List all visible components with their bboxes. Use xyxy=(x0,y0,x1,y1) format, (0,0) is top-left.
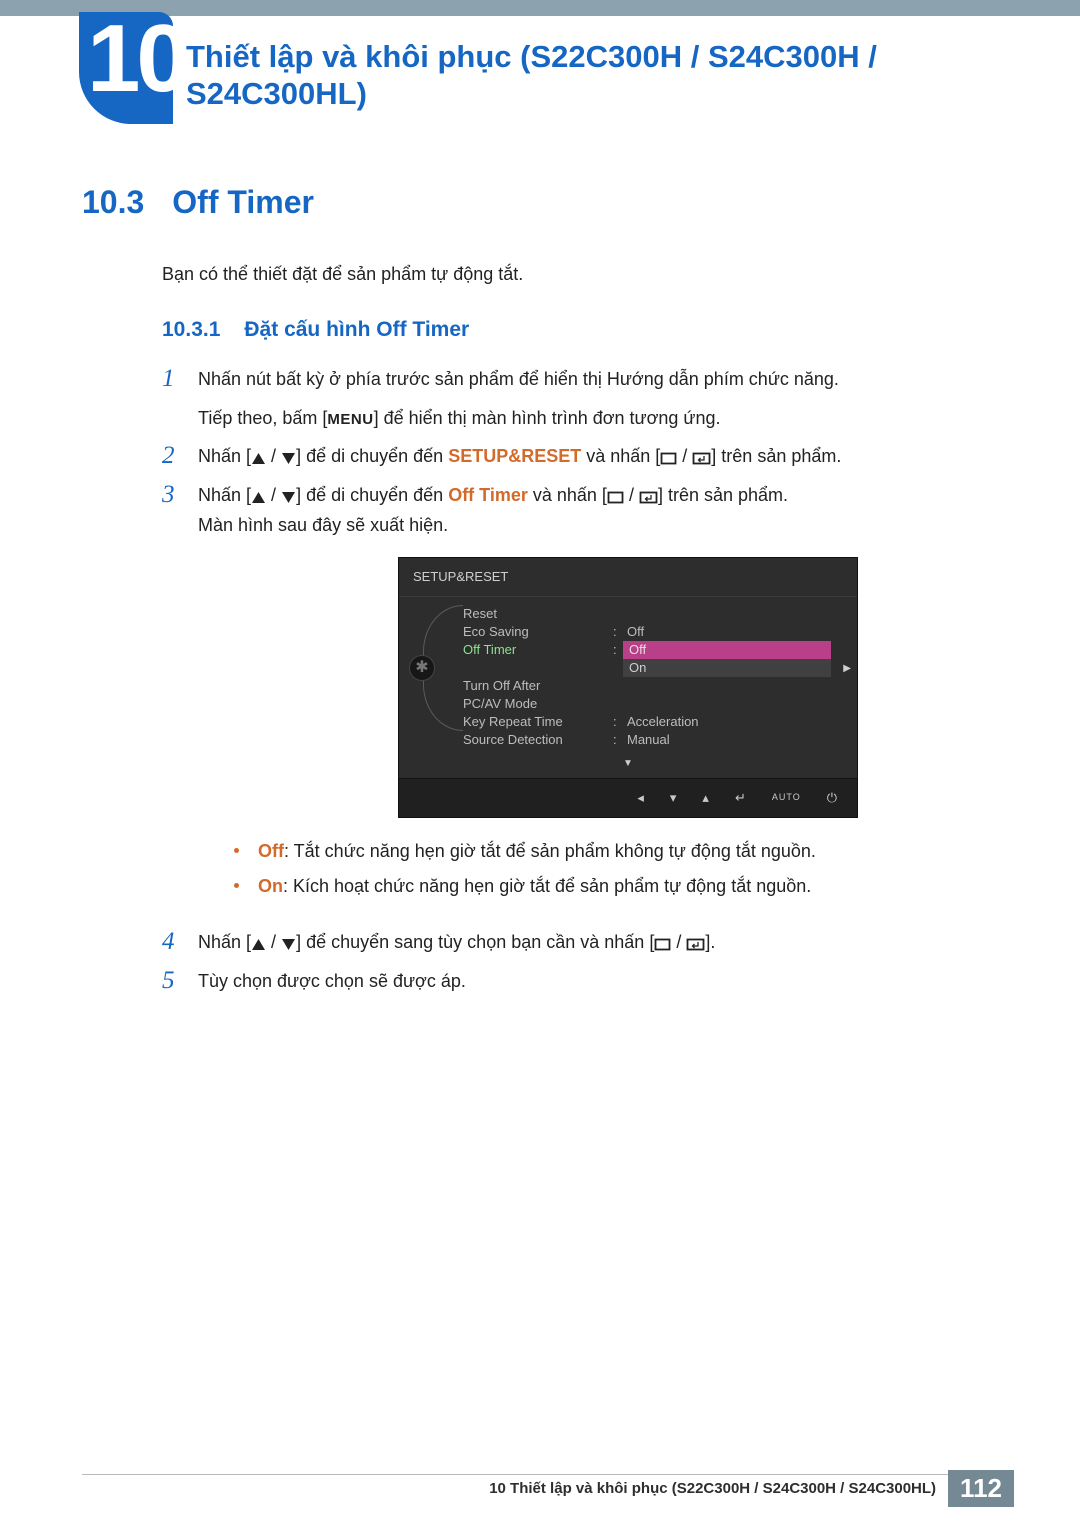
bullet-list: Off: Tắt chức năng hẹn giờ tắt để sản ph… xyxy=(234,836,972,901)
nav-left-icon: ◂ xyxy=(637,787,644,809)
gear-icon: ✱ xyxy=(409,655,435,681)
footer-text: 10 Thiết lập và khôi phục (S22C300H / S2… xyxy=(489,1480,936,1497)
rect-icon xyxy=(607,491,624,504)
step-number: 2 xyxy=(162,441,198,471)
triangle-up-icon xyxy=(251,491,266,504)
step-4: 4 Nhấn [ / ] để chuyển sang tùy chọn bạn… xyxy=(162,927,972,958)
step-number: 3 xyxy=(162,480,198,510)
step-list: 1 Nhấn nút bất kỳ ở phía trước sản phẩm … xyxy=(162,364,972,997)
nav-up-icon: ▴ xyxy=(702,787,709,809)
chevron-right-icon: ▶ xyxy=(843,660,851,677)
content: 10.3 Off Timer Bạn có thể thiết đặt để sả… xyxy=(82,184,972,1005)
osd-footer-icons: ◂ ▾ ▴ ↵ AUTO ⏻ xyxy=(399,778,857,817)
step-number: 4 xyxy=(162,927,198,957)
section-title: Off Timer xyxy=(172,184,314,220)
triangle-up-icon xyxy=(251,452,266,465)
enter-small-icon: ↵ xyxy=(735,787,746,809)
rect-icon xyxy=(660,452,677,465)
keyword-setup-reset: SETUP&RESET xyxy=(448,446,581,466)
osd-screenshot: SETUP&RESET ✱ Reset Eco Saving:Off Off T… xyxy=(398,557,972,818)
enter-icon xyxy=(686,938,705,951)
triangle-down-icon xyxy=(281,938,296,951)
chapter-badge: 10 xyxy=(79,12,173,124)
triangle-down-icon xyxy=(281,491,296,504)
osd-row-source-detection: Source Detection:Manual xyxy=(459,731,845,749)
chapter-title: Thiết lập và khôi phục (S22C300H / S24C3… xyxy=(186,38,966,112)
osd-menu-list: Reset Eco Saving:Off Off Timer: Off On T… xyxy=(459,605,845,749)
step-2: 2 Nhấn [ / ] để di chuyển đến SETUP&RESE… xyxy=(162,441,972,472)
step-5: 5 Tùy chọn được chọn sẽ được áp. xyxy=(162,966,972,997)
osd-value-sub: On xyxy=(623,659,831,677)
triangle-up-icon xyxy=(251,938,266,951)
step-1: 1 Nhấn nút bất kỳ ở phía trước sản phẩm … xyxy=(162,364,972,433)
chevron-down-icon: ▼ xyxy=(399,753,857,778)
step-body: Nhấn [ / ] để di chuyển đến SETUP&RESET … xyxy=(198,441,972,472)
triangle-down-icon xyxy=(281,452,296,465)
section-heading: 10.3 Off Timer xyxy=(82,184,972,221)
page-number-badge: 112 xyxy=(948,1470,1014,1507)
osd-row-off-timer: Off Timer: Off On xyxy=(459,641,845,659)
subsection-title: Đặt cấu hình Off Timer xyxy=(244,318,469,341)
subsection-heading: 10.3.1 Đặt cấu hình Off Timer xyxy=(162,318,972,342)
step-3: 3 Nhấn [ / ] để di chuyển đến Off Timer … xyxy=(162,480,972,920)
osd-value-highlight: Off xyxy=(623,641,831,659)
enter-icon xyxy=(639,491,658,504)
power-icon: ⏻ xyxy=(827,787,837,809)
step-number: 1 xyxy=(162,364,198,394)
osd-panel: SETUP&RESET ✱ Reset Eco Saving:Off Off T… xyxy=(398,557,858,818)
auto-label: AUTO xyxy=(772,790,801,805)
osd-title: SETUP&RESET xyxy=(399,558,857,597)
step-body: Nhấn [ / ] để chuyển sang tùy chọn bạn c… xyxy=(198,927,972,958)
menu-key-label: MENU xyxy=(327,411,373,428)
bullet-on: On: Kích hoạt chức năng hẹn giờ tắt để s… xyxy=(234,871,972,902)
keyword-off-timer: Off Timer xyxy=(448,485,528,505)
rect-icon xyxy=(654,938,671,951)
step-body: Nhấn nút bất kỳ ở phía trước sản phẩm để… xyxy=(198,364,972,433)
step-body: Tùy chọn được chọn sẽ được áp. xyxy=(198,966,972,997)
section-intro: Bạn có thể thiết đặt để sản phẩm tự động… xyxy=(162,261,972,288)
step-number: 5 xyxy=(162,966,198,996)
bullet-off: Off: Tắt chức năng hẹn giờ tắt để sản ph… xyxy=(234,836,972,867)
subsection-number: 10.3.1 xyxy=(162,318,220,341)
section-number: 10.3 xyxy=(82,184,144,220)
page-footer: 10 Thiết lập và khôi phục (S22C300H / S2… xyxy=(82,1470,1014,1507)
chapter-number: 10 xyxy=(87,12,173,106)
step-body: Nhấn [ / ] để di chuyển đến Off Timer và… xyxy=(198,480,972,920)
enter-icon xyxy=(692,452,711,465)
nav-down-icon: ▾ xyxy=(670,787,677,809)
